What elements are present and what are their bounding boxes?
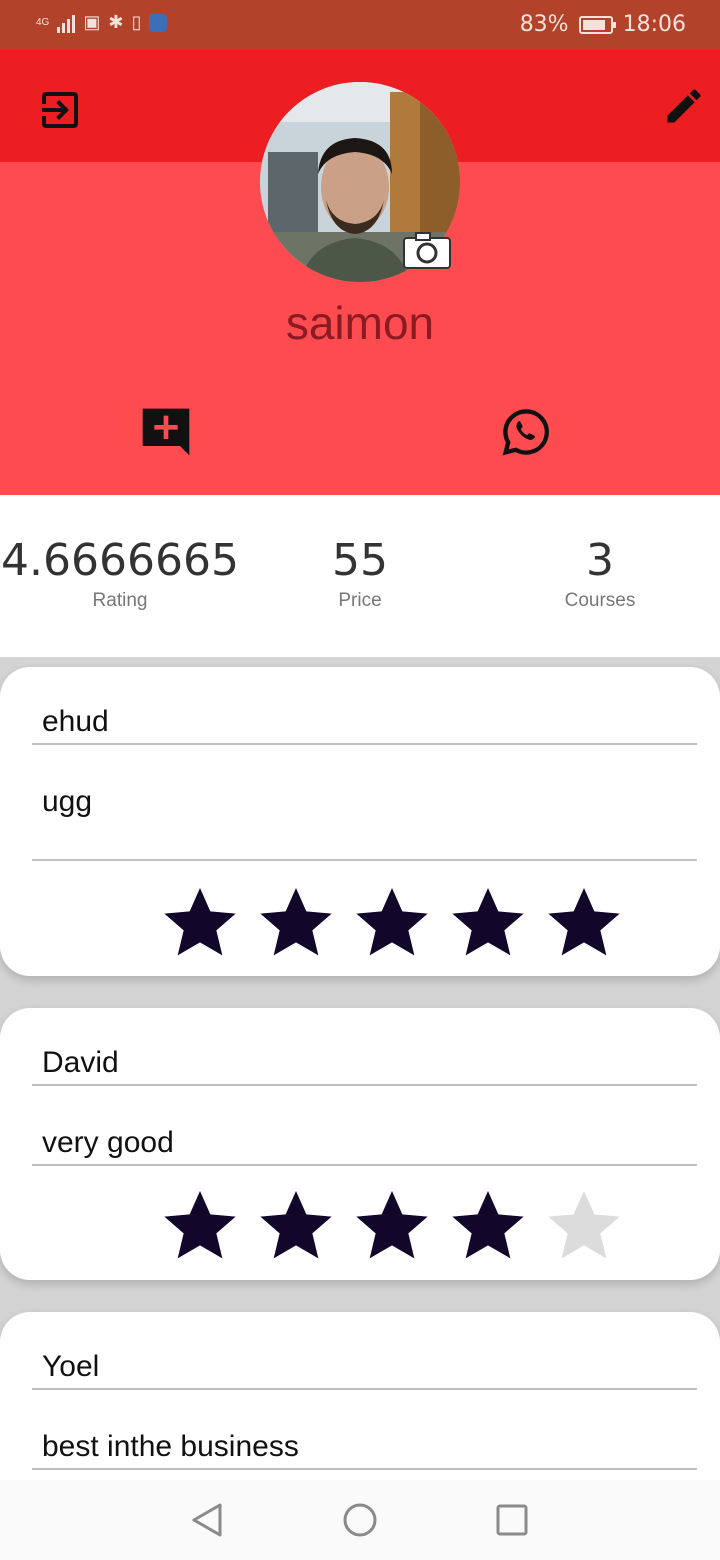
star-filled-icon[interactable] — [544, 883, 624, 963]
signal-icon — [57, 13, 76, 33]
recents-icon[interactable] — [496, 1504, 528, 1541]
review-name-field[interactable]: David — [32, 1036, 697, 1086]
logout-icon[interactable] — [36, 86, 84, 139]
star-filled-icon[interactable] — [160, 883, 240, 963]
star-filled-icon[interactable] — [160, 1186, 240, 1266]
star-filled-icon[interactable] — [256, 1186, 336, 1266]
add-comment-icon[interactable] — [138, 404, 194, 465]
username: saimon — [285, 297, 435, 349]
star-filled-icon[interactable] — [352, 883, 432, 963]
battery-fill — [582, 19, 605, 30]
bluetooth-icon: ✱ — [108, 12, 124, 32]
vibrate-icon: ▯ — [131, 12, 142, 32]
review-name-field[interactable]: ehud — [32, 695, 697, 745]
review-name: ehud — [42, 705, 109, 738]
star-empty-icon[interactable] — [544, 1186, 624, 1266]
rating-stars[interactable] — [160, 1186, 624, 1266]
review-card: ehud ugg — [0, 667, 720, 976]
review-name-field[interactable]: Yoel — [32, 1340, 697, 1390]
star-filled-icon[interactable] — [256, 883, 336, 963]
star-filled-icon[interactable] — [448, 883, 528, 963]
review-card: David very good — [0, 1008, 720, 1280]
camera-icon[interactable] — [402, 230, 452, 275]
review-name: David — [42, 1046, 119, 1079]
review-comment-field[interactable]: best inthe business — [32, 1408, 697, 1470]
system-nav-bar — [0, 1480, 720, 1560]
stats-panel: 4.6666665 Rating 55 Price 3 Courses — [0, 495, 720, 657]
pencil-icon[interactable] — [662, 84, 706, 133]
clock: 18:06 — [622, 12, 686, 37]
rating-stars[interactable] — [160, 883, 624, 963]
nfc-icon: ▣ — [83, 12, 101, 32]
review-comment: very good — [42, 1126, 174, 1159]
stat-courses: 3 Courses — [480, 535, 720, 612]
stat-value: 3 — [586, 535, 614, 586]
review-comment-field[interactable]: very good — [32, 1104, 697, 1166]
app-notification-icon — [149, 13, 168, 32]
stat-label: Courses — [564, 590, 636, 611]
star-filled-icon[interactable] — [352, 1186, 432, 1266]
stat-label: Price — [338, 590, 382, 611]
battery-percent: 83% — [519, 12, 569, 37]
star-filled-icon[interactable] — [448, 1186, 528, 1266]
status-left: 4G ▣ ✱ ▯ — [36, 12, 168, 33]
review-comment: best inthe business — [42, 1430, 299, 1463]
stat-rating: 4.6666665 Rating — [0, 535, 240, 612]
battery-icon — [578, 15, 616, 34]
stat-price: 55 Price — [240, 535, 480, 612]
whatsapp-icon[interactable] — [500, 406, 552, 463]
review-name: Yoel — [42, 1350, 100, 1383]
stat-value: 55 — [332, 535, 388, 586]
review-comment-field[interactable]: ugg — [32, 763, 697, 861]
stat-label: Rating — [92, 590, 148, 611]
home-icon[interactable] — [342, 1502, 378, 1543]
network-type: 4G — [36, 16, 50, 28]
stat-value: 4.6666665 — [1, 535, 239, 586]
status-bar: 4G ▣ ✱ ▯ 83% 18:06 — [0, 0, 720, 50]
status-right: 83% 18:06 — [520, 12, 686, 37]
back-icon[interactable] — [190, 1502, 224, 1543]
review-comment: ugg — [42, 785, 93, 818]
